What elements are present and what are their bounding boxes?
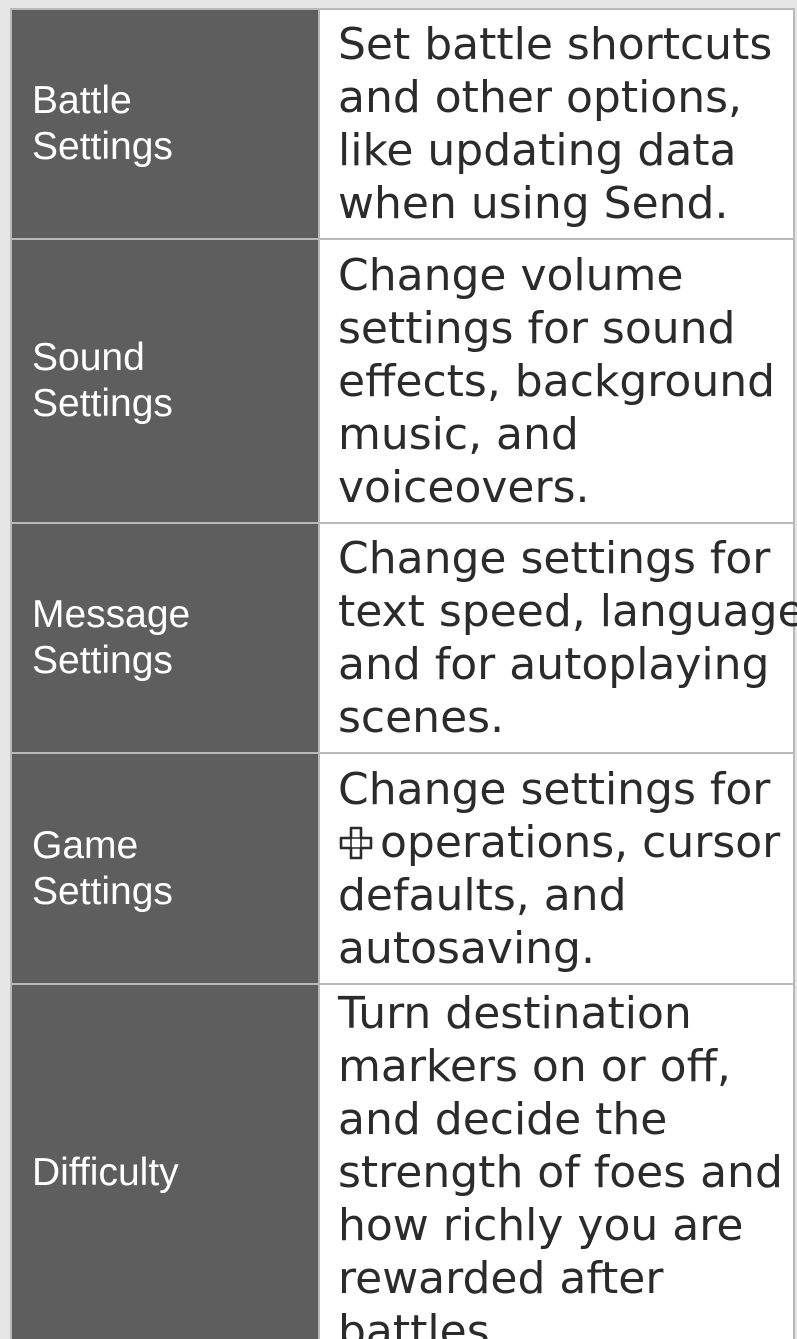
row-label: Message Settings <box>10 522 320 754</box>
label-line: Settings <box>32 382 173 425</box>
label-line: Difficulty <box>32 1150 179 1194</box>
label-line: Settings <box>32 869 173 913</box>
desc-line: scenes. <box>338 692 505 743</box>
desc-line: and for autoplaying <box>338 639 770 690</box>
desc-line: and other options, <box>338 72 743 123</box>
row-label: Sound Settings <box>10 238 320 524</box>
label-line: Sound <box>32 336 145 379</box>
desc-line: Change settings for <box>338 533 771 584</box>
label-line: Settings <box>32 639 173 682</box>
desc-line: battles. <box>338 1306 504 1339</box>
settings-table: Battle Settings Set battle shortcuts and… <box>10 8 797 1339</box>
desc-line: how richly you are <box>338 1200 744 1251</box>
label-line: Battle <box>32 79 132 122</box>
desc-line: autosaving. <box>338 922 595 974</box>
desc-line: rewarded after <box>338 1253 664 1304</box>
row-description: Turn destination markers on or off, and … <box>318 983 795 1339</box>
dpad-icon <box>339 826 373 859</box>
desc-line: Turn destination <box>338 988 692 1039</box>
row-description: Set battle shortcuts and other options, … <box>318 8 795 240</box>
row-label: Battle Settings <box>10 8 320 240</box>
table-row: Battle Settings Set battle shortcuts and… <box>10 8 795 240</box>
row-description: Change settings for operations, cursor d… <box>318 752 795 985</box>
table-row: Difficulty Turn destination markers on o… <box>10 983 795 1339</box>
manual-page: Battle Settings Set battle shortcuts and… <box>0 0 797 1339</box>
label-line: Message <box>32 593 191 636</box>
desc-line: strength of foes and <box>338 1147 783 1198</box>
desc-line-text: operations, cursor <box>380 816 781 868</box>
row-label: Difficulty <box>10 983 320 1339</box>
label-line: Settings <box>32 125 173 168</box>
desc-line: text speed, language <box>338 586 797 637</box>
desc-line-with-icon: operations, cursor <box>338 816 791 869</box>
row-description: Change volume settings for sound effects… <box>318 238 795 524</box>
desc-line: music, and <box>338 408 579 460</box>
label-line: Game <box>32 823 139 867</box>
desc-line: voiceovers. <box>338 461 590 513</box>
row-description: Change settings for text speed, language… <box>318 522 797 754</box>
desc-line: effects, background <box>338 355 776 407</box>
table-row: Sound Settings Change volume settings fo… <box>10 238 795 524</box>
table-row: Message Settings Change settings for tex… <box>10 522 797 754</box>
row-label: Game Settings <box>10 752 320 985</box>
desc-line: settings for sound <box>338 302 736 354</box>
desc-line: when using Send. <box>338 178 729 229</box>
desc-line: like updating data <box>338 125 737 176</box>
desc-line: markers on or off, <box>338 1041 731 1092</box>
desc-line: Change volume <box>338 249 684 301</box>
table-row: Game Settings Change settings for operat… <box>10 752 795 985</box>
desc-line: Set battle shortcuts <box>338 19 773 70</box>
desc-line: Change settings for <box>338 763 771 815</box>
desc-line: defaults, and <box>338 869 627 921</box>
desc-line: and decide the <box>338 1094 668 1145</box>
